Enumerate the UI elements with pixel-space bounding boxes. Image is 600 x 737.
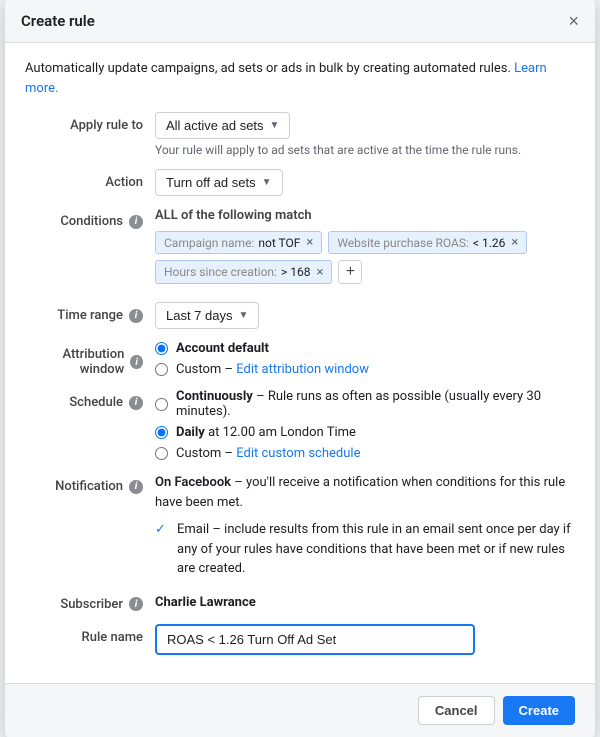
edit-schedule-link[interactable]: Edit custom schedule (236, 446, 360, 461)
attribution-custom[interactable]: Custom – Edit attribution window (155, 362, 575, 377)
condition-tag-roas: Website purchase ROAS: < 1.26 × (328, 231, 527, 254)
action-label: Action (25, 169, 155, 190)
rule-name-row: Rule name (25, 624, 575, 655)
attribution-window-label: Attribution window i (25, 341, 155, 377)
create-button[interactable]: Create (503, 696, 575, 725)
subscriber-row: Subscriber i Charlie Lawrance (25, 591, 575, 612)
notification-text: On Facebook – you'll receive a notificat… (155, 473, 575, 512)
action-row: Action Turn off ad sets ▼ (25, 169, 575, 196)
notification-row: Notification i On Facebook – you'll rece… (25, 473, 575, 579)
schedule-daily[interactable]: Daily at 12.00 am London Time (155, 425, 575, 440)
chevron-down-icon: ▼ (270, 120, 280, 131)
modal-body: Automatically update campaigns, ad sets … (5, 43, 595, 683)
apply-rule-label: Apply rule to (25, 112, 155, 133)
subscriber-name: Charlie Lawrance (155, 591, 575, 610)
remove-condition-hours[interactable]: × (316, 265, 323, 280)
attribution-info-icon: i (130, 355, 143, 369)
schedule-label: Schedule i (25, 389, 155, 410)
modal-title: Create rule (21, 12, 95, 30)
subscriber-label: Subscriber i (25, 591, 155, 612)
attribution-window-content: Account default Custom – Edit attributio… (155, 341, 575, 377)
remove-condition-campaign[interactable]: × (306, 235, 313, 250)
subscriber-info-icon: i (129, 597, 143, 611)
close-button[interactable]: × (568, 12, 579, 30)
edit-attribution-link[interactable]: Edit attribution window (236, 362, 369, 377)
conditions-label: Conditions i (25, 208, 155, 229)
notification-email-checkbox-row: ✓ Email – include results from this rule… (155, 520, 575, 579)
apply-rule-row: Apply rule to All active ad sets ▼ Your … (25, 112, 575, 157)
condition-tag-campaign: Campaign name: not TOF × (155, 231, 322, 254)
condition-tags-row2: Hours since creation: > 168 × + (155, 260, 575, 284)
apply-rule-dropdown[interactable]: All active ad sets ▼ (155, 112, 290, 139)
notification-content: On Facebook – you'll receive a notificat… (155, 473, 575, 579)
cancel-button[interactable]: Cancel (418, 696, 495, 725)
modal-header: Create rule × (5, 0, 595, 43)
action-content: Turn off ad sets ▼ (155, 169, 575, 196)
conditions-header: ALL of the following match (155, 208, 575, 223)
chevron-down-icon: ▼ (262, 177, 272, 188)
condition-tag-hours: Hours since creation: > 168 × (155, 260, 332, 284)
time-range-content: Last 7 days ▼ (155, 302, 575, 329)
condition-tags: Campaign name: not TOF × Website purchas… (155, 231, 575, 254)
attribution-account-default[interactable]: Account default (155, 341, 575, 356)
schedule-custom[interactable]: Custom – Edit custom schedule (155, 446, 575, 461)
description-text: Automatically update campaigns, ad sets … (25, 59, 575, 98)
schedule-radio-group: Continuously – Rule runs as often as pos… (155, 389, 575, 461)
schedule-content: Continuously – Rule runs as often as pos… (155, 389, 575, 461)
schedule-info-icon: i (129, 396, 143, 410)
remove-condition-roas[interactable]: × (511, 235, 518, 250)
conditions-info-icon: i (129, 215, 143, 229)
rule-name-content (155, 624, 575, 655)
chevron-down-icon: ▼ (239, 310, 249, 321)
rule-name-input[interactable] (155, 624, 475, 655)
modal-footer: Cancel Create (5, 683, 595, 737)
apply-rule-helper: Your rule will apply to ad sets that are… (155, 143, 575, 157)
rule-name-label: Rule name (25, 624, 155, 645)
time-range-dropdown[interactable]: Last 7 days ▼ (155, 302, 259, 329)
schedule-continuously[interactable]: Continuously – Rule runs as often as pos… (155, 389, 575, 419)
action-dropdown[interactable]: Turn off ad sets ▼ (155, 169, 283, 196)
attribution-window-row: Attribution window i Account default Cus… (25, 341, 575, 377)
schedule-row: Schedule i Continuously – Rule runs as o… (25, 389, 575, 461)
create-rule-modal: Create rule × Automatically update campa… (5, 0, 595, 737)
subscriber-content: Charlie Lawrance (155, 591, 575, 610)
time-range-label: Time range i (25, 302, 155, 323)
notification-info-icon: i (129, 480, 143, 494)
attribution-radio-group: Account default Custom – Edit attributio… (155, 341, 575, 377)
checkmark-icon: ✓ (155, 520, 169, 540)
time-range-info-icon: i (129, 309, 143, 323)
conditions-row: Conditions i ALL of the following match … (25, 208, 575, 290)
apply-rule-content: All active ad sets ▼ Your rule will appl… (155, 112, 575, 157)
add-condition-button[interactable]: + (338, 260, 362, 284)
conditions-content: ALL of the following match Campaign name… (155, 208, 575, 290)
notification-label: Notification i (25, 473, 155, 494)
time-range-row: Time range i Last 7 days ▼ (25, 302, 575, 329)
